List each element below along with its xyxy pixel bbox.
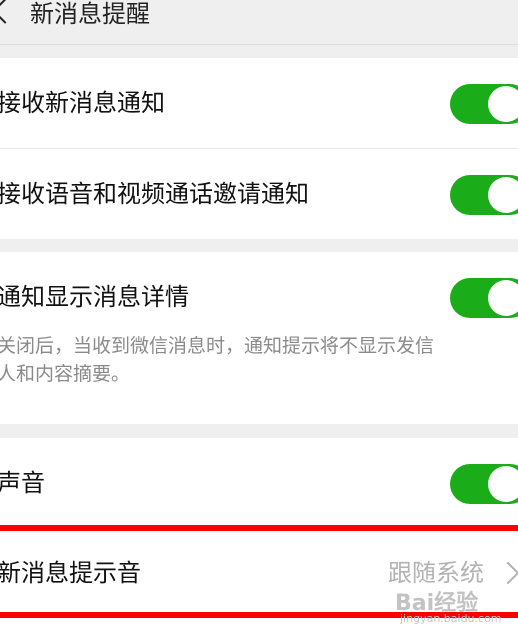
watermark-url: jingyan.baidu.com bbox=[400, 612, 502, 625]
toggle-knob bbox=[488, 177, 518, 213]
receive-new-messages-toggle[interactable] bbox=[450, 84, 518, 124]
details-description-line2: 人和内容摘要。 bbox=[0, 363, 131, 385]
chevron-right-icon bbox=[496, 561, 518, 585]
page-title: 新消息提醒 bbox=[30, 0, 150, 28]
show-details-label: 通知显示消息详情 bbox=[0, 283, 189, 311]
details-group: 通知显示消息详情 关闭后，当收到微信消息时，通知提示将不显示发信 人和内容摘要。 bbox=[0, 252, 518, 424]
back-arrow-icon[interactable] bbox=[0, 0, 18, 24]
sound-row[interactable]: 声音 bbox=[0, 438, 518, 528]
toggle-knob bbox=[488, 280, 518, 316]
header-bar: 新消息提醒 bbox=[0, 0, 518, 45]
show-details-row[interactable]: 通知显示消息详情 bbox=[0, 252, 518, 342]
receive-new-messages-label: 接收新消息通知 bbox=[0, 89, 165, 117]
toggle-knob bbox=[488, 466, 518, 502]
sound-label: 声音 bbox=[0, 469, 45, 497]
toggle-knob bbox=[488, 86, 518, 122]
receive-call-invites-toggle[interactable] bbox=[450, 175, 518, 215]
details-description-line1: 关闭后，当收到微信消息时，通知提示将不显示发信 bbox=[0, 335, 435, 357]
show-details-toggle[interactable] bbox=[450, 278, 518, 318]
ringtone-label: 新消息提示音 bbox=[0, 559, 141, 587]
highlight-line-top bbox=[0, 525, 518, 531]
sound-toggle[interactable] bbox=[450, 464, 518, 504]
receive-new-messages-row[interactable]: 接收新消息通知 bbox=[0, 58, 518, 149]
receive-call-invites-label: 接收语音和视频通话邀请通知 bbox=[0, 180, 309, 208]
notification-group: 接收新消息通知 接收语音和视频通话邀请通知 bbox=[0, 58, 518, 239]
receive-call-invites-row[interactable]: 接收语音和视频通话邀请通知 bbox=[0, 149, 518, 239]
